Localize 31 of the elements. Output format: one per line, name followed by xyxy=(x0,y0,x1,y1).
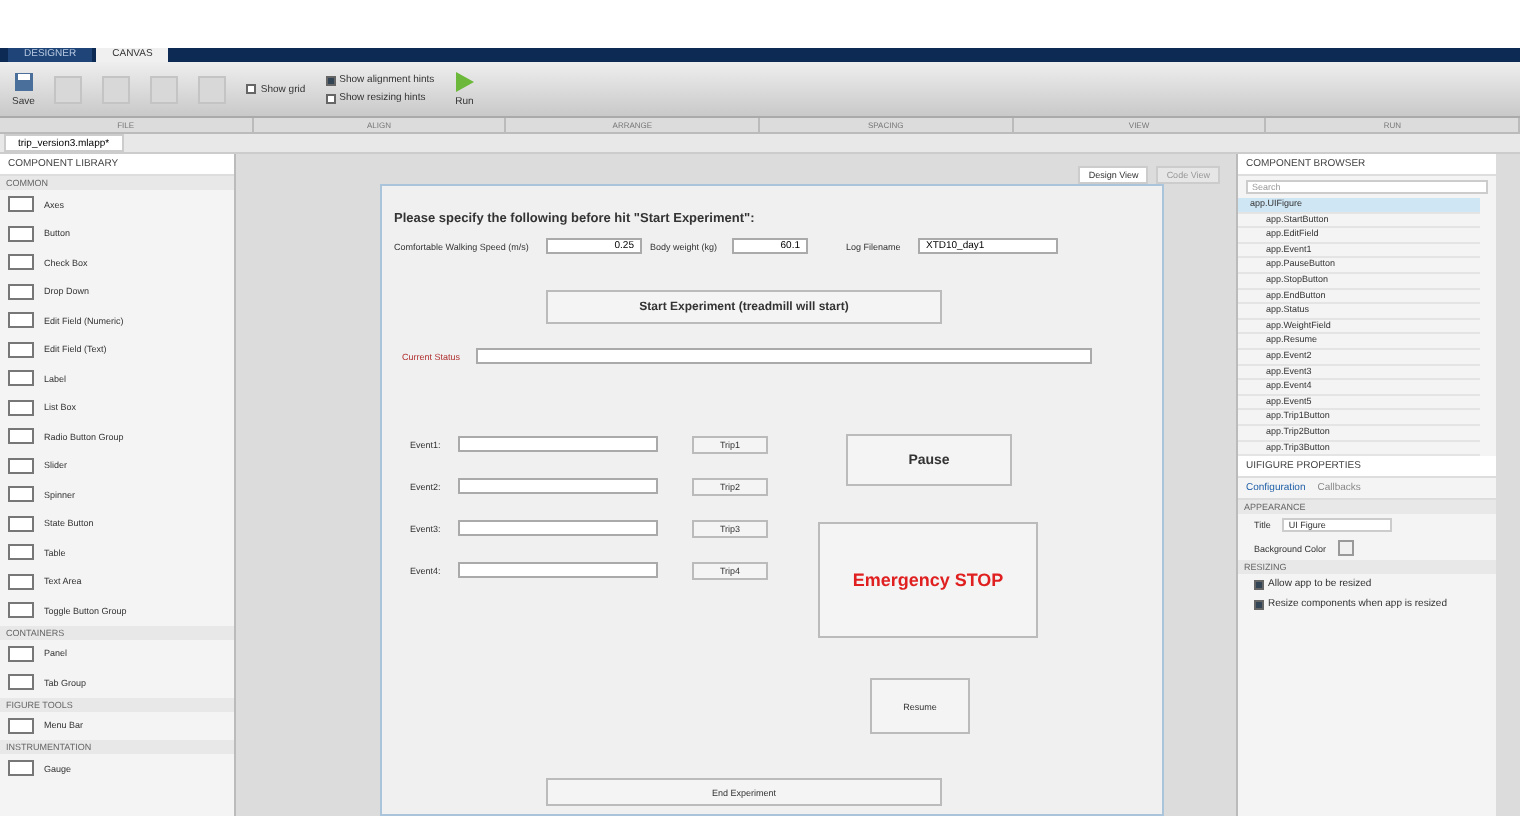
component-icon xyxy=(8,674,34,691)
component-icon xyxy=(8,225,34,242)
component-icon xyxy=(8,283,34,300)
play-icon xyxy=(454,71,475,92)
component-icon xyxy=(8,254,34,271)
component-icon xyxy=(8,645,34,662)
emergency-stop-button[interactable]: Emergency STOP xyxy=(818,522,1038,638)
component-icon xyxy=(8,515,34,532)
component-icon xyxy=(8,717,34,734)
component-icon xyxy=(8,399,34,416)
component-icon xyxy=(8,573,34,590)
component-icon xyxy=(8,486,34,503)
component-icon xyxy=(8,312,34,329)
input-field[interactable] xyxy=(458,478,658,494)
component-icon xyxy=(8,457,34,474)
component-icon xyxy=(8,760,34,777)
component-icon xyxy=(8,428,34,445)
component-icon xyxy=(8,370,34,387)
component-icon xyxy=(8,196,34,213)
status-field[interactable] xyxy=(476,348,1092,364)
input-field[interactable] xyxy=(458,562,658,578)
component-icon xyxy=(8,544,34,561)
input-field[interactable] xyxy=(458,436,658,452)
align-icon[interactable] xyxy=(102,75,131,104)
spacing-icon[interactable] xyxy=(198,75,227,104)
component-icon xyxy=(8,341,34,358)
arrange-icon[interactable] xyxy=(150,75,179,104)
input-field[interactable] xyxy=(458,520,658,536)
color-swatch[interactable] xyxy=(1338,540,1355,557)
component-icon xyxy=(8,602,34,619)
align-icon[interactable] xyxy=(54,75,83,104)
